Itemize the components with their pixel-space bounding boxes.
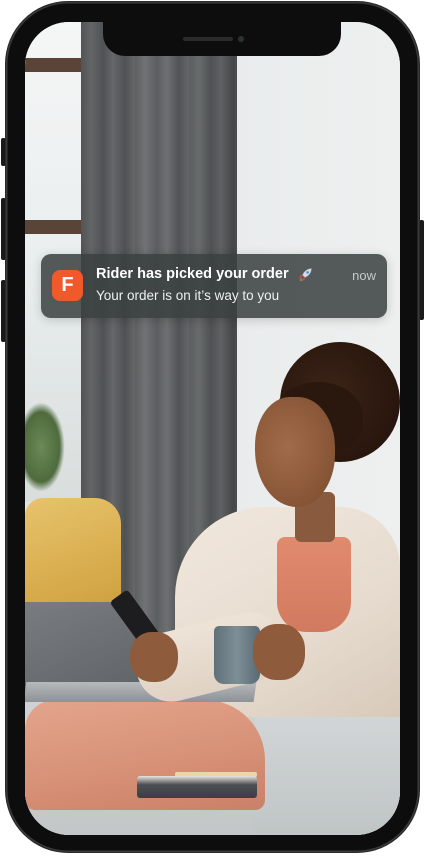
background-plant <box>25 402 65 492</box>
notification-body: Your order is on it’s way to you <box>96 288 280 303</box>
notification-time: now <box>352 268 376 283</box>
person-top <box>277 537 351 632</box>
phone-frame: F Rider has picked your order now Your o… <box>6 2 419 852</box>
device-mockup: F Rider has picked your order now Your o… <box>0 0 425 856</box>
front-camera <box>238 36 244 42</box>
phone-notch <box>103 22 341 56</box>
push-notification[interactable]: F Rider has picked your order now Your o… <box>41 254 387 318</box>
earpiece-speaker <box>183 37 233 41</box>
window-frame-mid <box>25 220 87 234</box>
book <box>137 776 257 798</box>
sofa-cushion <box>255 698 400 835</box>
person-hand-mug <box>253 624 305 680</box>
person-face <box>255 397 335 507</box>
app-icon-letter: F <box>61 274 74 296</box>
rocket-icon <box>299 268 312 282</box>
window-frame-top <box>25 58 87 72</box>
notification-title: Rider has picked your order <box>96 266 289 282</box>
person-hand <box>130 632 178 682</box>
power-button <box>419 220 424 320</box>
phone-screen: F Rider has picked your order now Your o… <box>25 22 400 835</box>
app-icon: F <box>52 270 83 301</box>
